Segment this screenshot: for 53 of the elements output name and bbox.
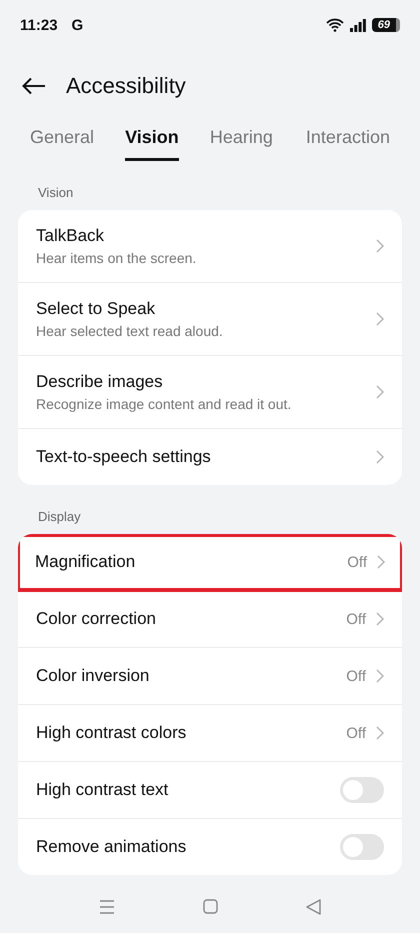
- back-icon[interactable]: [306, 898, 321, 914]
- tab[interactable]: General: [14, 119, 110, 161]
- row-value: Off: [346, 724, 366, 742]
- tab[interactable]: Interaction: [290, 119, 406, 161]
- chevron-icon: [377, 555, 385, 569]
- row-subtitle: Recognize image content and read it out.: [36, 396, 292, 412]
- row-value: Off: [346, 668, 366, 684]
- settings-row[interactable]: High contrast text: [18, 762, 402, 819]
- settings-row[interactable]: Select to Speak Hear selected text read aloud.: [18, 283, 402, 356]
- chevron-icon: [376, 450, 384, 464]
- wifi-icon: [326, 18, 344, 32]
- row-value: Off: [346, 610, 366, 628]
- back-arrow-icon[interactable]: [22, 77, 46, 95]
- chevron-icon: [376, 612, 384, 626]
- row-title: High contrast colors: [36, 723, 188, 743]
- row-value: Off: [347, 554, 367, 570]
- home-icon[interactable]: [203, 899, 218, 914]
- section-label: Display: [37, 508, 82, 526]
- row-title: High contrast text: [36, 780, 170, 800]
- carrier-icon: G: [72, 16, 84, 34]
- settings-row[interactable]: Describe images Recognize image content and read it out.: [18, 356, 402, 429]
- menu-icon[interactable]: [99, 900, 115, 914]
- chevron-icon: [376, 239, 384, 253]
- chevron-icon: [376, 726, 384, 740]
- chevron-icon: [376, 385, 384, 399]
- chevron-icon: [376, 312, 384, 326]
- row-title: Select to Speak: [36, 299, 156, 319]
- settings-row[interactable]: Text-to-speech settings: [18, 429, 402, 485]
- tab[interactable]: Vision: [125, 119, 179, 161]
- row-title: Describe images: [36, 372, 164, 392]
- status-time: 11:23: [20, 16, 58, 34]
- row-title: Remove animations: [36, 837, 188, 857]
- settings-row[interactable]: Color inversion Off: [18, 648, 402, 705]
- row-title: Magnification: [35, 552, 136, 572]
- settings-row[interactable]: High contrast colors Off: [18, 705, 402, 762]
- battery-indicator: 69: [372, 18, 400, 32]
- settings-row[interactable]: Remove animations: [18, 819, 402, 875]
- row-title: Color inversion: [36, 666, 150, 686]
- row-title: Text-to-speech settings: [36, 447, 212, 467]
- row-title: TalkBack: [36, 226, 106, 246]
- toggle-switch[interactable]: [340, 777, 384, 803]
- tab[interactable]: Hearing: [194, 119, 289, 161]
- section-label: Vision: [37, 184, 74, 202]
- settings-row[interactable]: TalkBack Hear items on the screen.: [18, 210, 402, 283]
- toggle-switch[interactable]: [340, 834, 384, 860]
- chevron-icon: [376, 669, 384, 683]
- row-subtitle: Hear selected text read aloud.: [36, 323, 224, 339]
- settings-row[interactable]: Color correction Off: [18, 591, 402, 648]
- signal-icon: [350, 18, 366, 32]
- page-title: Accessibility: [66, 73, 186, 99]
- row-subtitle: Hear items on the screen.: [36, 250, 198, 266]
- row-title: Color correction: [36, 609, 157, 629]
- settings-row[interactable]: Magnification Off: [18, 534, 402, 591]
